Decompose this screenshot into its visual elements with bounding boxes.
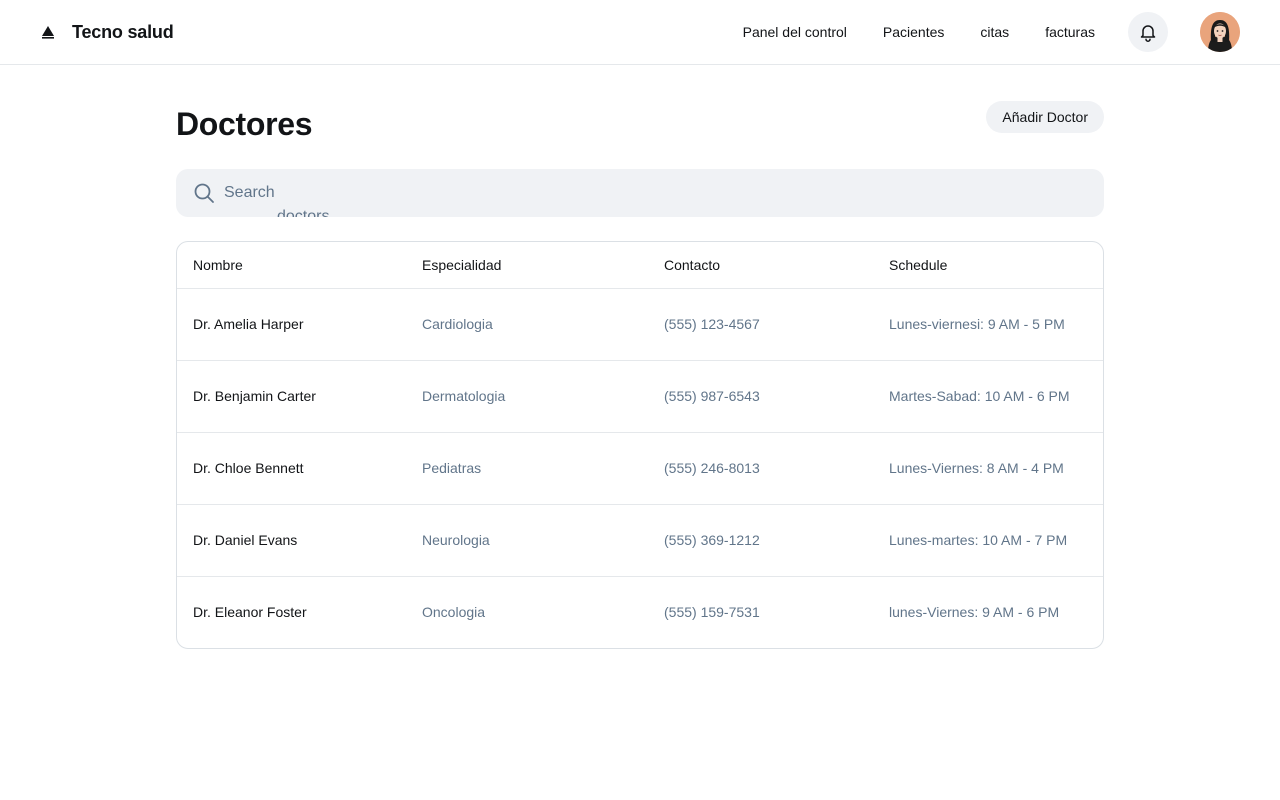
doctor-specialty: Cardiologia xyxy=(406,287,648,360)
doctor-name: Dr. Amelia Harper xyxy=(177,287,406,360)
nav-link-facturas[interactable]: facturas xyxy=(1045,24,1095,40)
column-header-nombre[interactable]: Nombre xyxy=(177,242,406,288)
doctor-schedule: Lunes-Viernes: 8 AM - 4 PM xyxy=(873,431,1103,504)
table-row[interactable]: Dr. Daniel Evans Neurologia (555) 369-12… xyxy=(177,503,1103,576)
avatar[interactable] xyxy=(1200,12,1240,52)
doctors-table: Nombre Especialidad Contacto Schedule Dr… xyxy=(176,241,1104,649)
search-input[interactable] xyxy=(216,169,1104,217)
doctor-schedule: Lunes-viernesi: 9 AM - 5 PM xyxy=(873,287,1103,360)
doctor-contact: (555) 159-7531 xyxy=(648,575,873,648)
triangle-logo-icon xyxy=(42,26,54,39)
doctor-name: Dr. Chloe Bennett xyxy=(177,431,406,504)
add-doctor-button[interactable]: Añadir Doctor xyxy=(986,101,1104,133)
table-row[interactable]: Dr. Benjamin Carter Dermatologia (555) 9… xyxy=(177,359,1103,432)
doctor-contact: (555) 123-4567 xyxy=(648,287,873,360)
doctor-specialty: Dermatologia xyxy=(406,359,648,432)
nav-link-panel[interactable]: Panel del control xyxy=(743,24,847,40)
top-bar: Tecno salud Panel del control Pacientes … xyxy=(0,0,1280,65)
user-avatar-icon xyxy=(1200,12,1240,52)
table-row[interactable]: Dr. Chloe Bennett Pediatras (555) 246-80… xyxy=(177,431,1103,504)
doctor-specialty: Neurologia xyxy=(406,503,648,576)
table-row[interactable]: Dr. Amelia Harper Cardiologia (555) 123-… xyxy=(177,287,1103,360)
doctor-name: Dr. Eleanor Foster xyxy=(177,575,406,648)
doctor-schedule: lunes-Viernes: 9 AM - 6 PM xyxy=(873,575,1103,648)
nav-link-citas[interactable]: citas xyxy=(980,24,1009,40)
doctor-name: Dr. Daniel Evans xyxy=(177,503,406,576)
column-header-contacto[interactable]: Contacto xyxy=(648,242,873,288)
main-content: Doctores Añadir Doctor doctors Nombre Es… xyxy=(176,65,1104,649)
doctor-contact: (555) 369-1212 xyxy=(648,503,873,576)
main-nav: Panel del control Pacientes citas factur… xyxy=(743,24,1095,40)
doctor-specialty: Oncologia xyxy=(406,575,648,648)
nav-link-pacientes[interactable]: Pacientes xyxy=(883,24,944,40)
doctor-name: Dr. Benjamin Carter xyxy=(177,359,406,432)
table-row[interactable]: Dr. Eleanor Foster Oncologia (555) 159-7… xyxy=(177,575,1103,648)
notifications-button[interactable] xyxy=(1128,12,1168,52)
table-header-row: Nombre Especialidad Contacto Schedule xyxy=(177,242,1103,288)
doctor-schedule: Lunes-martes: 10 AM - 7 PM xyxy=(873,503,1103,576)
brand[interactable]: Tecno salud xyxy=(40,22,174,43)
search-bar: doctors xyxy=(176,169,1104,217)
page-title: Doctores xyxy=(176,106,313,142)
brand-name: Tecno salud xyxy=(72,21,174,42)
column-header-schedule[interactable]: Schedule xyxy=(873,242,1103,288)
doctor-contact: (555) 987-6543 xyxy=(648,359,873,432)
column-header-especialidad[interactable]: Especialidad xyxy=(406,242,648,288)
search-icon xyxy=(194,183,214,203)
doctor-contact: (555) 246-8013 xyxy=(648,431,873,504)
title-row: Doctores Añadir Doctor xyxy=(176,101,1104,169)
bell-icon xyxy=(1140,25,1156,42)
search-placeholder-overflow: doctors xyxy=(277,208,330,217)
doctor-schedule: Martes-Sabad: 10 AM - 6 PM xyxy=(873,359,1103,432)
doctor-specialty: Pediatras xyxy=(406,431,648,504)
